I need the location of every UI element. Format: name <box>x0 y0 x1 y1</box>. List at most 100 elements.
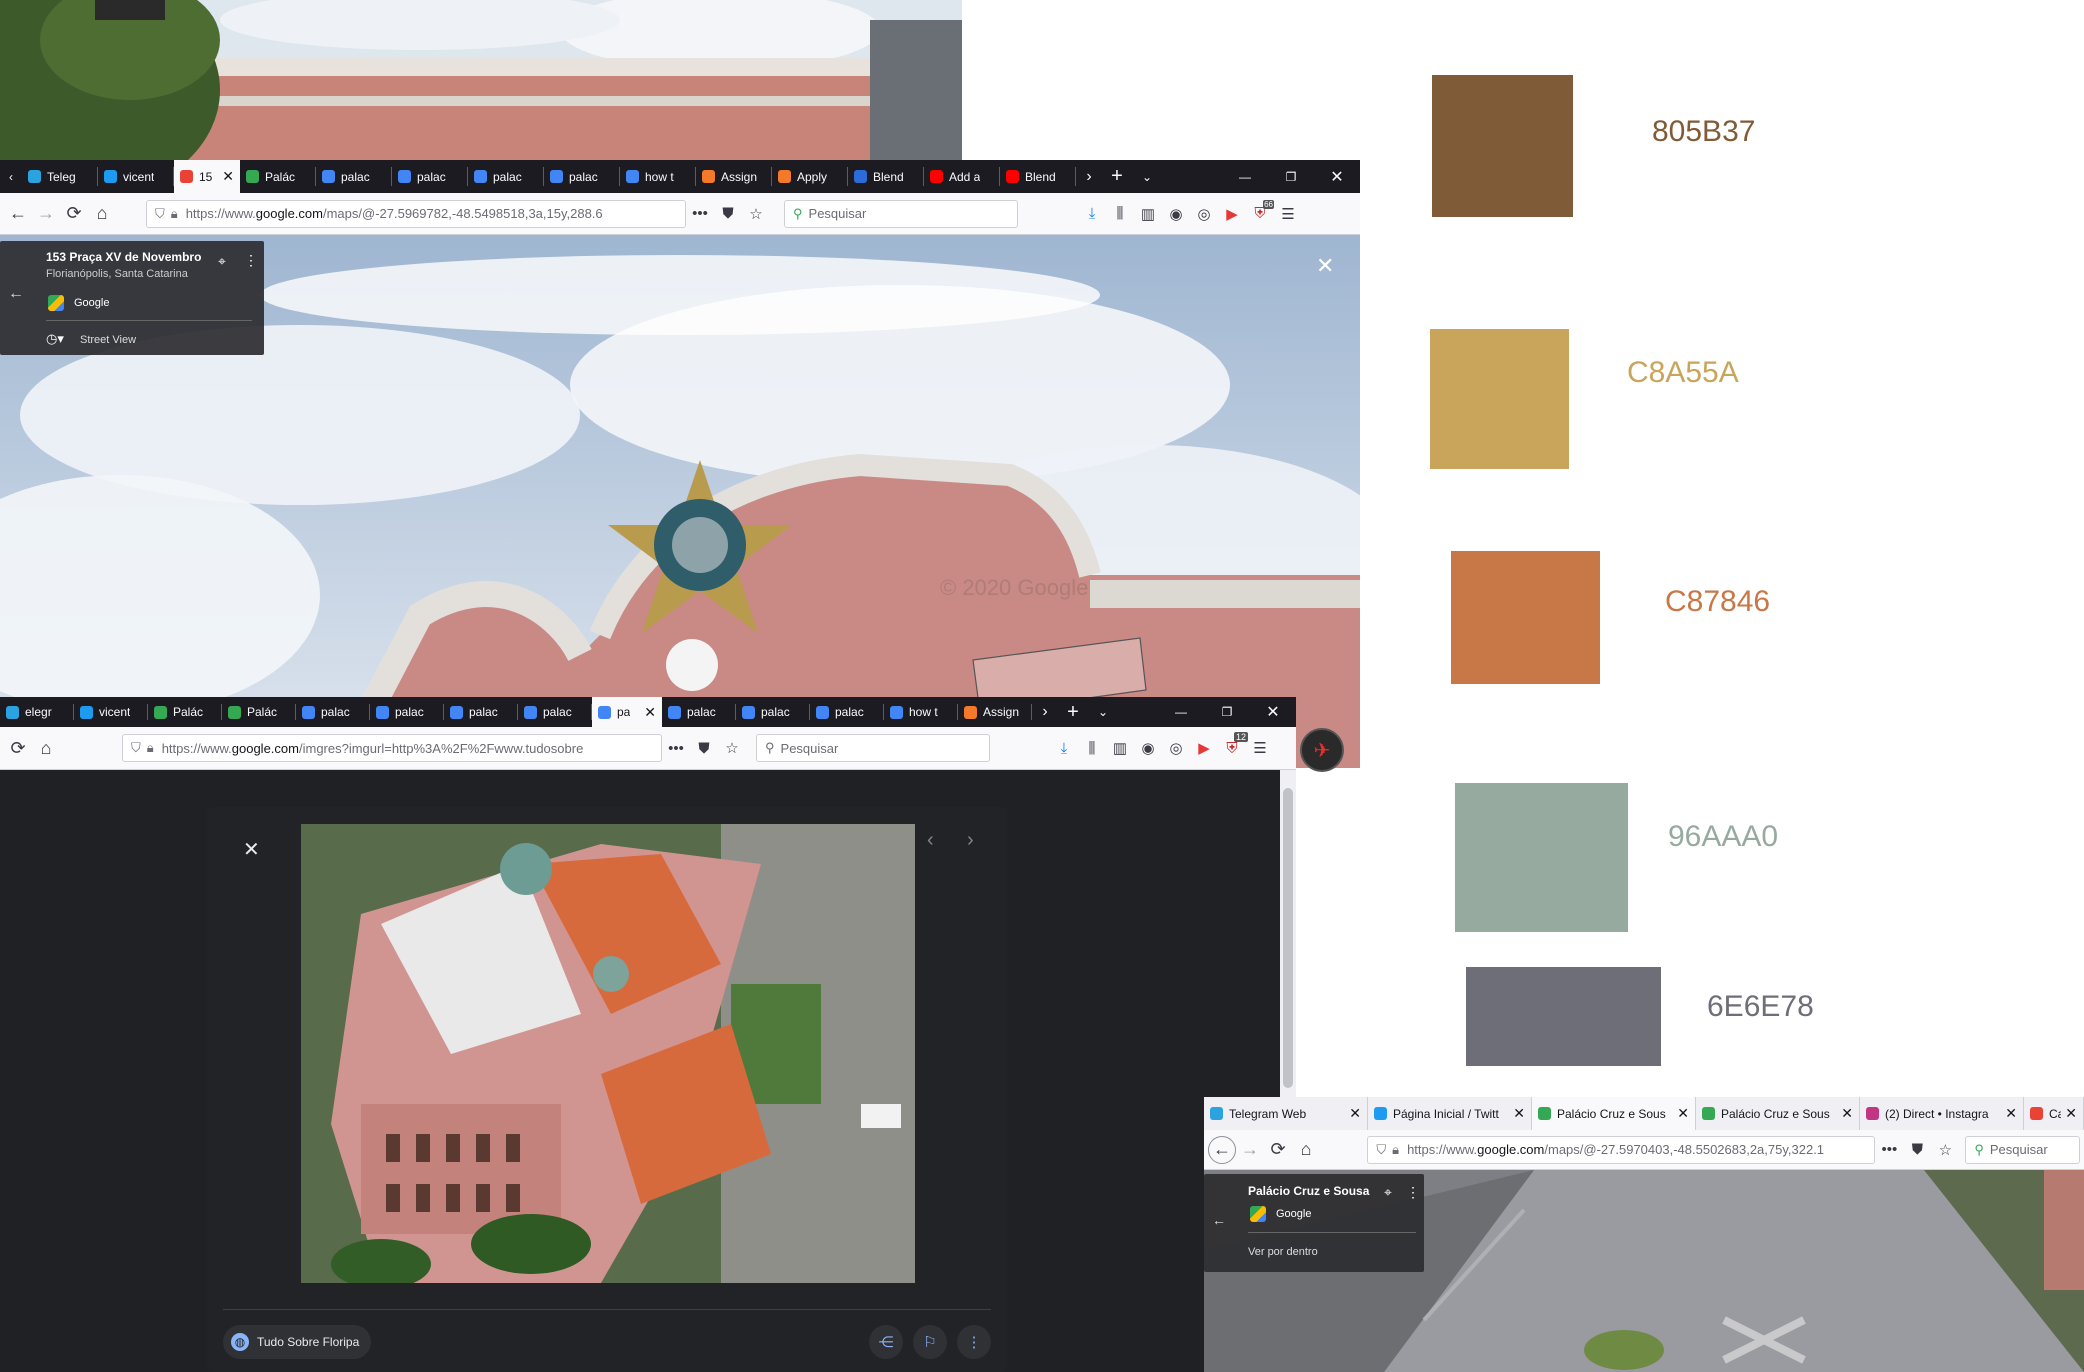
tab-8[interactable]: palac <box>518 697 592 727</box>
search-field[interactable]: ⚲ Pesquisar <box>784 199 1018 228</box>
forward-button[interactable]: → <box>32 200 60 228</box>
tab-5[interactable]: palac <box>316 160 392 193</box>
library-icon[interactable]: ⫼ <box>1078 734 1106 762</box>
url-bar[interactable]: ⛉ 🔒︎ https://www. google.com/maps/@-27.59… <box>1367 1135 1876 1164</box>
page-actions-icon[interactable]: ••• <box>1875 1136 1903 1164</box>
youtube-extension-icon[interactable]: ▶ <box>1190 734 1218 762</box>
scroll-tabs-right-button[interactable]: › <box>1076 160 1102 193</box>
pocket-icon[interactable]: ⛊ <box>690 734 718 762</box>
extension-icon[interactable]: ◎ <box>1190 200 1218 228</box>
back-button[interactable]: ← <box>1208 1135 1236 1164</box>
tab-14[interactable]: Blend <box>1000 160 1076 193</box>
close-tab-icon[interactable]: ✕ <box>640 704 656 721</box>
map-pin-icon[interactable]: ⌖ <box>1384 1184 1392 1201</box>
downloads-icon[interactable]: ⤓ <box>1078 200 1106 228</box>
tab-9[interactable]: pa ✕ <box>592 697 662 727</box>
youtube-extension-icon[interactable]: ▶ <box>1218 200 1246 228</box>
floating-avatar-icon[interactable]: ✈ <box>1300 728 1344 772</box>
home-button[interactable]: ⌂ <box>1292 1136 1320 1164</box>
close-tab-icon[interactable]: ✕ <box>218 168 234 185</box>
minimize-button[interactable]: — <box>1158 697 1204 727</box>
restore-button[interactable]: ❐ <box>1268 160 1314 193</box>
bookmark-star-icon[interactable]: ☆ <box>718 734 746 762</box>
tab-13[interactable]: how t <box>884 697 958 727</box>
scroll-tabs-left-button[interactable]: ‹ <box>0 160 22 193</box>
forward-button[interactable]: → <box>1236 1136 1264 1164</box>
tab-8[interactable]: palac <box>544 160 620 193</box>
library-icon[interactable]: ⫼ <box>1106 200 1134 228</box>
menu-icon[interactable]: ☰ <box>1274 200 1302 228</box>
ublock-icon[interactable]: ⛨ 66 <box>1246 199 1274 228</box>
account-icon[interactable]: ◉ <box>1134 734 1162 762</box>
sidebar-icon[interactable]: ▥ <box>1134 200 1162 228</box>
tab-11[interactable]: Apply <box>772 160 848 193</box>
page-actions-icon[interactable]: ••• <box>686 200 714 228</box>
inside-view-link[interactable]: Ver por dentro <box>1248 1246 1318 1258</box>
tab-5[interactable]: (2) Direct • Instagra ✕ <box>1860 1097 2024 1130</box>
tab-6[interactable]: Caixa✕ <box>2024 1097 2084 1130</box>
url-bar[interactable]: ⛉ 🔒︎ https://www. google.com/imgres?imgur… <box>122 734 662 762</box>
close-preview-button[interactable]: ✕ <box>243 837 260 862</box>
tab-13[interactable]: Add a <box>924 160 1000 193</box>
list-all-tabs-button[interactable]: ⌄ <box>1132 160 1162 193</box>
scroll-tabs-right-button[interactable]: › <box>1032 697 1058 727</box>
search-field[interactable]: ⚲ Pesquisar <box>756 734 990 762</box>
tab-3[interactable]: 15 ✕ <box>174 160 240 193</box>
close-tab-icon[interactable]: ✕ <box>1345 1105 1361 1122</box>
close-tab-icon[interactable]: ✕ <box>1509 1105 1525 1122</box>
back-button[interactable]: ← <box>4 200 32 228</box>
tab-9[interactable]: how t <box>620 160 696 193</box>
extension-icon[interactable]: ◎ <box>1162 734 1190 762</box>
collapse-arrow-button[interactable]: ← <box>1212 1212 1226 1228</box>
tab-1[interactable]: elegr <box>0 697 74 727</box>
window-close-button[interactable]: ✕ <box>1314 160 1360 193</box>
downloads-icon[interactable]: ⤓ <box>1050 734 1078 762</box>
ublock-icon[interactable]: ⛨ 12 <box>1218 732 1248 762</box>
home-button[interactable]: ⌂ <box>32 734 60 762</box>
map-pin-icon[interactable]: ⌖ <box>218 253 226 270</box>
more-options-button[interactable]: ⋮ <box>957 1325 991 1359</box>
tab-12[interactable]: palac <box>810 697 884 727</box>
tab-12[interactable]: Blend <box>848 160 924 193</box>
tab-11[interactable]: palac <box>736 697 810 727</box>
scrollbar-thumb[interactable] <box>1283 788 1293 1088</box>
tab-1[interactable]: Telegram Web ✕ <box>1204 1097 1368 1130</box>
tab-4[interactable]: Palác <box>222 697 296 727</box>
menu-icon[interactable]: ☰ <box>1246 734 1274 762</box>
street-view-panorama[interactable]: © 2020 Google ← 153 Praça XV de Novembro… <box>0 235 1360 768</box>
tab-10[interactable]: Assign <box>696 160 772 193</box>
close-street-view-button[interactable]: ✕ <box>1316 253 1334 279</box>
bookmark-star-icon[interactable]: ☆ <box>1931 1136 1959 1164</box>
list-all-tabs-button[interactable]: ⌄ <box>1088 697 1118 727</box>
tab-4[interactable]: Palácio Cruz e Sous ✕ <box>1696 1097 1860 1130</box>
close-tab-icon[interactable]: ✕ <box>1673 1105 1689 1122</box>
tab-3[interactable]: Palácio Cruz e Sous ✕ <box>1532 1097 1696 1130</box>
palace-aerial-photo[interactable] <box>301 824 915 1283</box>
tab-14[interactable]: Assign <box>958 697 1032 727</box>
collapse-arrow-button[interactable]: ← <box>8 285 24 303</box>
save-bookmark-button[interactable]: ⚐ <box>913 1325 947 1359</box>
close-tab-icon[interactable]: ✕ <box>2001 1105 2017 1122</box>
pocket-icon[interactable]: ⛊ <box>1903 1136 1931 1164</box>
home-button[interactable]: ⌂ <box>88 200 116 228</box>
tab-6[interactable]: palac <box>392 160 468 193</box>
tab-2[interactable]: vicent <box>74 697 148 727</box>
source-chip[interactable]: ◍ Tudo Sobre Floripa <box>223 1325 372 1359</box>
reload-button[interactable]: ⟳ <box>4 734 32 762</box>
new-tab-button[interactable]: + <box>1102 160 1132 193</box>
place-title[interactable]: 153 Praça XV de Novembro <box>46 250 201 264</box>
previous-image-button[interactable]: ‹ <box>927 829 934 852</box>
account-icon[interactable]: ◉ <box>1162 200 1190 228</box>
url-bar[interactable]: ⛉ 🔒︎ https://www. google.com/maps/@-27.59… <box>146 199 686 228</box>
street-view-ground[interactable]: ← Palácio Cruz e Sousa ⌖ ⋮ Google Ver po… <box>1204 1170 2084 1372</box>
close-tab-icon[interactable]: ✕ <box>2061 1105 2077 1122</box>
tab-7[interactable]: palac <box>468 160 544 193</box>
minimize-button[interactable]: — <box>1222 160 1268 193</box>
place-title[interactable]: Palácio Cruz e Sousa <box>1248 1184 1369 1198</box>
tab-4[interactable]: Palác <box>240 160 316 193</box>
sidebar-icon[interactable]: ▥ <box>1106 734 1134 762</box>
reload-button[interactable]: ⟳ <box>1264 1136 1292 1164</box>
next-image-button[interactable]: › <box>967 829 974 852</box>
tab-7[interactable]: palac <box>444 697 518 727</box>
tab-5[interactable]: palac <box>296 697 370 727</box>
